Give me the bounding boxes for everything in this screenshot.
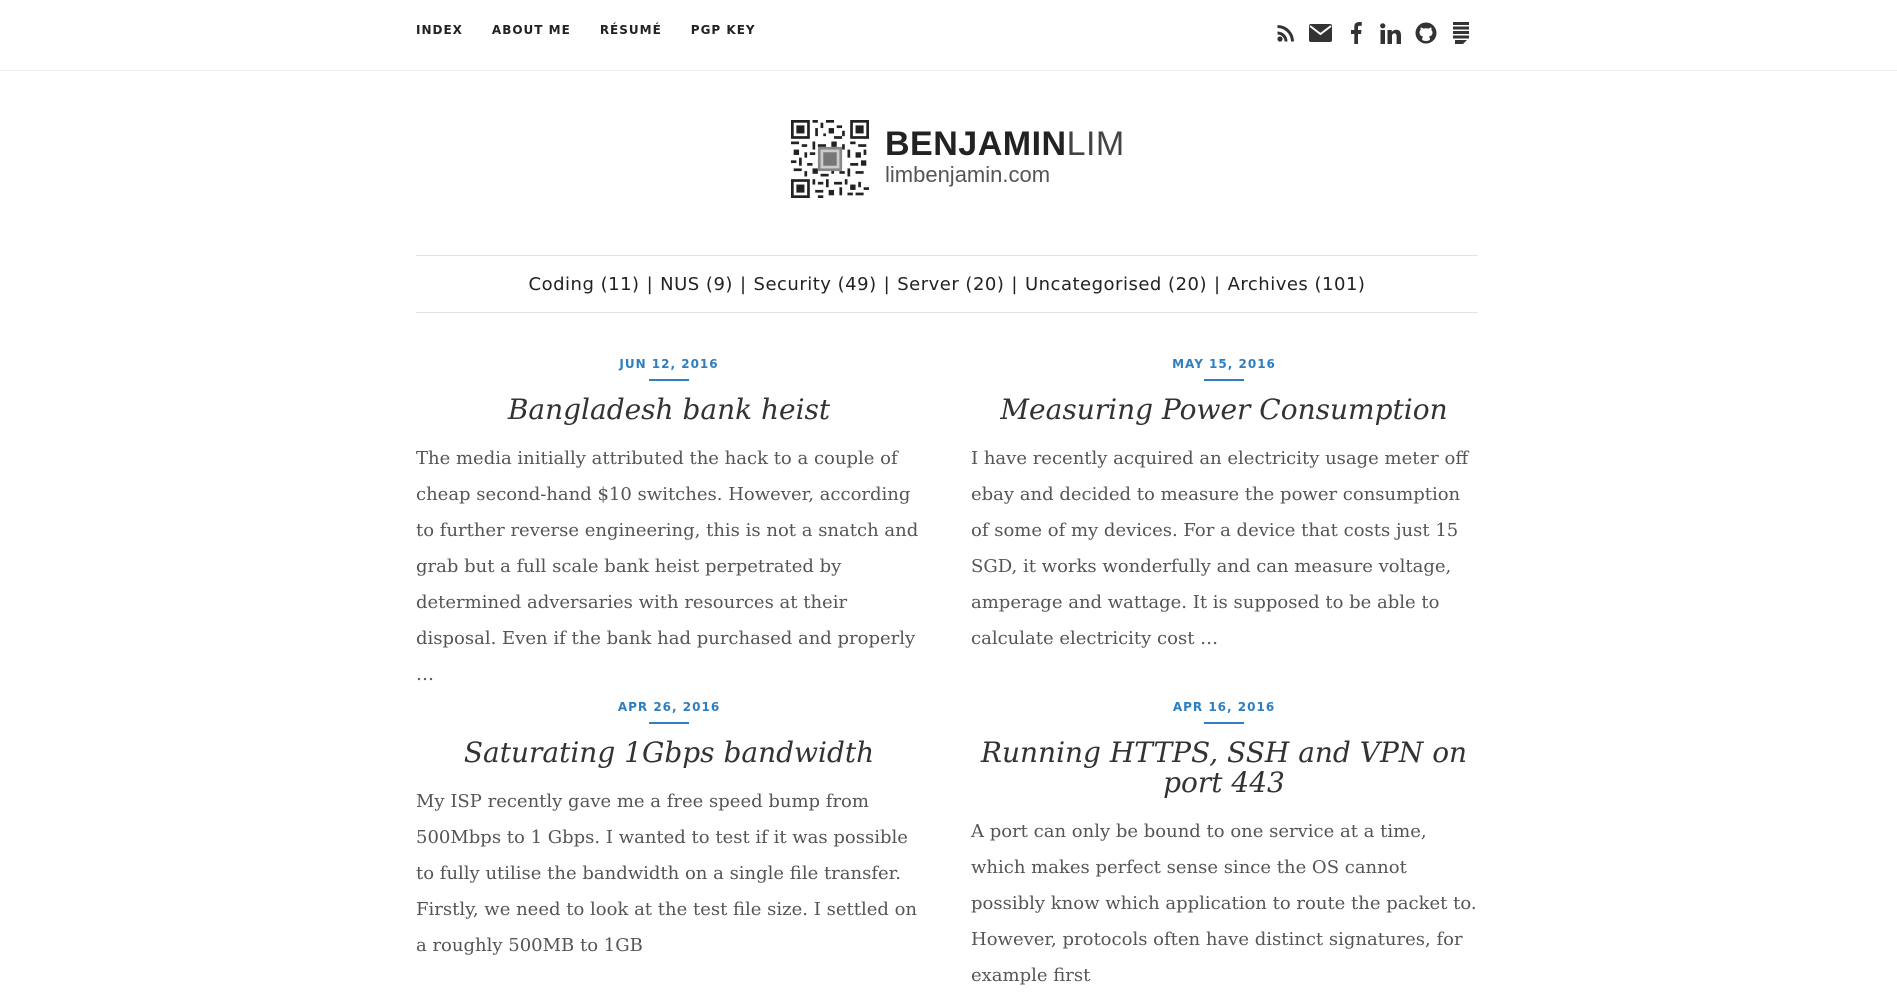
category-separator: | xyxy=(739,273,747,295)
post-title[interactable]: Bangladesh bank heist xyxy=(416,395,922,425)
social-links xyxy=(1274,21,1472,45)
category-link-server[interactable]: Server (20) xyxy=(897,274,1004,295)
site-url: limbenjamin.com xyxy=(885,162,1051,187)
site-title[interactable]: BENJAMINLIM xyxy=(885,126,1125,162)
facebook-icon[interactable] xyxy=(1344,21,1367,45)
category-link-uncategorised[interactable]: Uncategorised (20) xyxy=(1025,274,1207,295)
nav-links: INDEX ABOUT ME RÉSUMÉ PGP KEY xyxy=(416,23,785,37)
post-title[interactable]: Saturating 1Gbps bandwidth xyxy=(416,738,922,768)
post-card: MAY 15, 2016 Measuring Power Consumption… xyxy=(971,357,1477,657)
category-separator: | xyxy=(646,273,654,295)
category-separator: | xyxy=(1011,273,1018,295)
nav-link-pgp-key[interactable]: PGP KEY xyxy=(691,23,756,37)
post-excerpt: My ISP recently gave me a free speed bum… xyxy=(416,791,918,956)
post-card: APR 26, 2016 Saturating 1Gbps bandwidth … xyxy=(416,700,922,964)
nav-link-about-me[interactable]: ABOUT ME xyxy=(492,23,571,37)
post-title[interactable]: Running HTTPS, SSH and VPN on port 443 xyxy=(971,738,1477,798)
envelope-icon[interactable] xyxy=(1309,21,1332,45)
nav-link-resume[interactable]: RÉSUMÉ xyxy=(600,23,662,37)
post-date-divider xyxy=(649,722,689,724)
nav-link-index[interactable]: INDEX xyxy=(416,23,463,37)
post-card: JUN 12, 2016 Bangladesh bank heist The m… xyxy=(416,357,922,693)
qr-code-logo[interactable] xyxy=(791,120,869,198)
category-link-nus[interactable]: NUS (9) xyxy=(660,274,733,295)
github-icon[interactable] xyxy=(1414,21,1437,45)
post-excerpt: A port can only be bound to one service … xyxy=(971,821,1477,986)
top-navigation-bar: INDEX ABOUT ME RÉSUMÉ PGP KEY xyxy=(0,0,1897,71)
post-card: APR 16, 2016 Running HTTPS, SSH and VPN … xyxy=(971,700,1477,994)
site-header: BENJAMINLIM limbenjamin.com xyxy=(791,120,1125,198)
stackoverflow-icon[interactable] xyxy=(1449,21,1472,45)
category-link-security[interactable]: Security (49) xyxy=(754,274,877,295)
post-date-divider xyxy=(1204,722,1244,724)
category-separator: | xyxy=(883,273,891,295)
linkedin-icon[interactable] xyxy=(1379,21,1402,45)
category-link-archives[interactable]: Archives (101) xyxy=(1228,274,1366,295)
site-title-first: BENJAMIN xyxy=(885,125,1067,163)
rss-icon[interactable] xyxy=(1274,21,1297,45)
site-title-last: LIM xyxy=(1066,125,1125,163)
category-bar: Coding (11) | NUS (9) | Security (49) | … xyxy=(416,255,1478,313)
post-excerpt: I have recently acquired an electricity … xyxy=(971,448,1469,649)
post-date-divider xyxy=(1204,379,1244,381)
category-link-coding[interactable]: Coding (11) xyxy=(529,274,640,295)
post-date-divider xyxy=(649,379,689,381)
category-separator: | xyxy=(1214,273,1221,295)
post-title[interactable]: Measuring Power Consumption xyxy=(971,395,1477,425)
brand-text: BENJAMINLIM limbenjamin.com xyxy=(885,126,1125,188)
post-excerpt: The media initially attributed the hack … xyxy=(416,448,919,685)
post-date: APR 16, 2016 xyxy=(1172,700,1276,714)
post-date: APR 26, 2016 xyxy=(617,700,721,714)
post-date: MAY 15, 2016 xyxy=(1172,357,1276,371)
post-date: JUN 12, 2016 xyxy=(619,357,719,371)
